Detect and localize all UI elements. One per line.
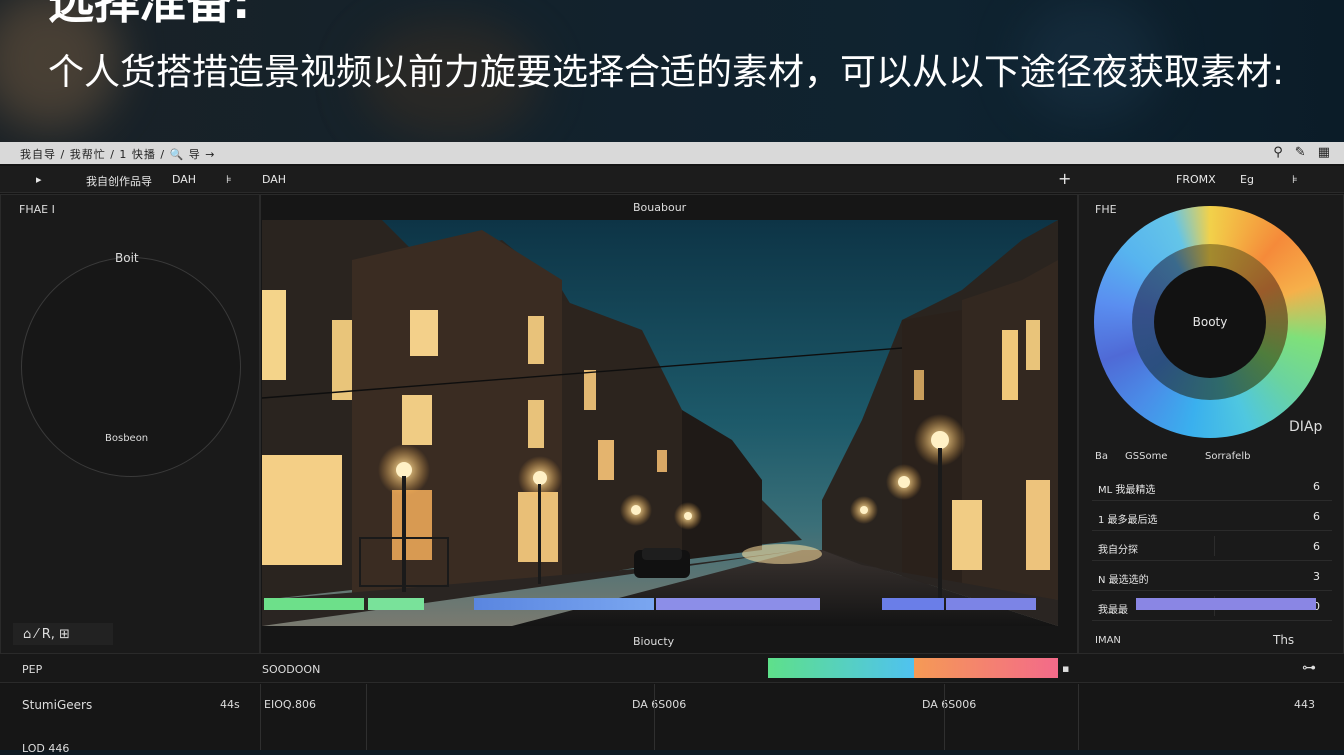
table-header-a: Ba: [1095, 451, 1108, 462]
edit-icon[interactable]: ✎: [1295, 145, 1306, 160]
scope-circle[interactable]: [21, 257, 241, 477]
timeline-mid-header: SOODOON: [262, 663, 321, 676]
add-button[interactable]: +: [1058, 169, 1071, 188]
circle-label: Boit: [115, 251, 139, 265]
wheel-label: DIAp: [1289, 419, 1323, 435]
row-name: 1 最多最后选: [1098, 515, 1158, 526]
table-row[interactable]: N 最选选的 3: [1092, 562, 1332, 591]
grid-icon[interactable]: ▦: [1318, 145, 1330, 160]
timeline-header: PEP SOODOON ▪ ⊶: [0, 654, 1344, 683]
table-header-b: GSSome: [1125, 451, 1168, 462]
timeline-left-header: PEP: [22, 663, 43, 676]
track-label: StumiGeers: [22, 698, 93, 712]
track-divider: [1078, 684, 1079, 750]
track-divider: [654, 684, 655, 750]
project-name[interactable]: 我自创作品导: [86, 173, 152, 189]
video-preview[interactable]: [262, 220, 1058, 626]
table-row[interactable]: ML 我最精选 6: [1092, 472, 1332, 501]
color-bar-warm: [914, 658, 1058, 678]
bar-marker: ▪: [1062, 662, 1070, 675]
timeline-clip[interactable]: [946, 598, 1036, 610]
night-street-image: [262, 220, 1058, 626]
right-panel-header: FHE: [1095, 203, 1117, 216]
circle-caption: Bosbeon: [105, 433, 149, 444]
track-divider: [366, 684, 367, 750]
play-button[interactable]: ▸: [36, 173, 42, 186]
headline: 选择准备:: [48, 0, 251, 29]
timeline-clip[interactable]: [882, 598, 944, 610]
timeline: PEP SOODOON ▪ ⊶ StumiGeers 44s EIOQ.806 …: [0, 654, 1344, 755]
toolbar-item[interactable]: DAH: [172, 173, 196, 186]
timeline-clip[interactable]: [474, 598, 654, 610]
row-value: 3: [1313, 570, 1320, 583]
toolbar-item[interactable]: Eg: [1240, 173, 1254, 186]
wheel-center-label: Booty: [1192, 315, 1228, 329]
timeline-clip[interactable]: [264, 598, 364, 610]
settings-icon[interactable]: ⊶: [1302, 660, 1316, 676]
timeline-clip[interactable]: [656, 598, 820, 610]
time-code-b: DA 6S006: [632, 698, 687, 711]
row-value: 6: [1313, 480, 1320, 493]
left-panel-header: FHAE I: [19, 203, 55, 216]
editor-window: 我自导 / 我帮忙 / 1 快播 / 🔍 导 → ⚲ ✎ ▦ ▸ 我自创作品导 …: [0, 142, 1344, 755]
viewer-bottom-label: Bioucty: [633, 635, 675, 648]
right-count: 443: [1294, 698, 1315, 711]
timeline-clip[interactable]: [1136, 598, 1316, 610]
row-name: N 最选选的: [1098, 575, 1149, 586]
search-icon[interactable]: ⚲: [1273, 145, 1283, 160]
toolbar-item[interactable]: ⊧: [1292, 173, 1298, 186]
title-bar: 我自导 / 我帮忙 / 1 快播 / 🔍 导 → ⚲ ✎ ▦: [0, 142, 1344, 164]
track-divider: [944, 684, 945, 750]
time-code-a: EIOQ.806: [264, 698, 317, 711]
left-footer-tools: ⌂ ⁄ R, ⊞: [13, 623, 113, 645]
track-divider: [260, 684, 261, 750]
row-name: ML 我最精选: [1098, 485, 1156, 496]
right-footer-right[interactable]: Ths: [1273, 633, 1294, 647]
track-count: 44s: [220, 698, 240, 711]
viewer-top-label: Bouabour: [633, 201, 687, 214]
row-name: 我自分探: [1098, 545, 1138, 556]
row-value: 6: [1313, 540, 1320, 553]
row-name: 我最最: [1098, 605, 1128, 616]
color-wheel[interactable]: Booty: [1094, 206, 1326, 438]
color-bar-cool: [768, 658, 914, 678]
left-panel: FHAE I Boit Bosbeon ⌂ ⁄ R, ⊞: [0, 194, 260, 654]
timeline-clip[interactable]: [368, 598, 424, 610]
track-area: StumiGeers 44s EIOQ.806 DA 6S006 DA 6S00…: [0, 684, 1344, 755]
toolbar-item[interactable]: ⊧: [226, 173, 232, 186]
toolbar-item[interactable]: DAH: [262, 173, 286, 186]
row-value: 6: [1313, 510, 1320, 523]
toolbar: ▸ 我自创作品导 DAH ⊧ DAH + FROMX Eg ⊧: [0, 166, 1344, 193]
column-divider: [1214, 536, 1215, 556]
table-header-c: Sorrafelb: [1205, 451, 1251, 462]
right-panel-title: FROMX: [1176, 173, 1216, 186]
table-row[interactable]: 我自分探 6: [1092, 532, 1332, 561]
track-bottom-label: LOD 446: [22, 742, 70, 755]
tool-icons[interactable]: ⌂ ⁄ R, ⊞: [23, 627, 70, 642]
color-wheel-center: Booty: [1154, 266, 1266, 378]
time-code-c: DA 6S006: [922, 698, 977, 711]
subtitle: 个人货搭措造景视频以前力旋要选择合适的素材，可以从以下途径夜获取素材:: [48, 52, 1285, 93]
right-footer-left: IMAN: [1095, 635, 1121, 646]
color-wheel-inner: Booty: [1132, 244, 1288, 400]
menu-bar[interactable]: 我自导 / 我帮忙 / 1 快播 / 🔍 导 →: [20, 146, 216, 162]
table-row[interactable]: 1 最多最后选 6: [1092, 502, 1332, 531]
